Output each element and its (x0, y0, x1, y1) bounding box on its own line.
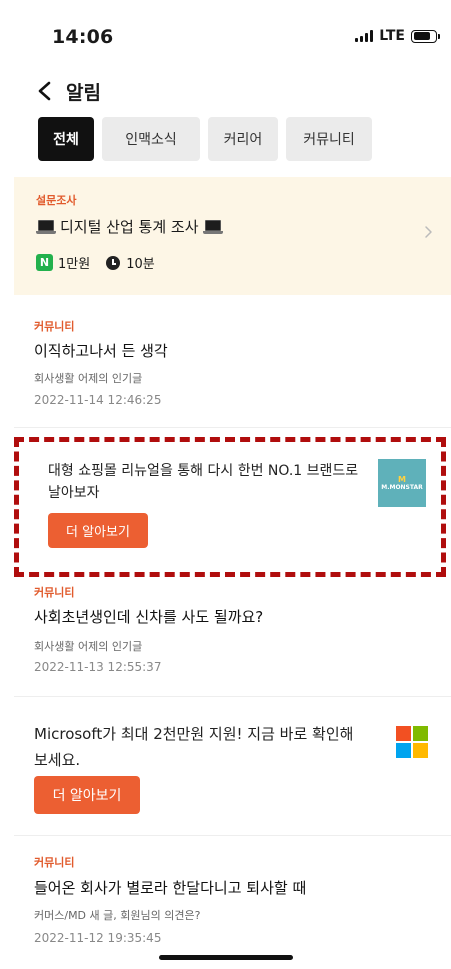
battery-icon (411, 29, 440, 43)
laptop-icon (36, 219, 56, 235)
filter-tabs: 전체 인맥소식 커리어 커뮤니티 (38, 117, 372, 161)
ad-text-line: 보세요. (34, 751, 81, 769)
survey-meta: N 1만원 10분 (36, 253, 155, 272)
item-title: 이직하고나서 든 생각 (34, 342, 168, 360)
list-item[interactable]: 커뮤니티 들어온 회사가 별로라 한달다니고 퇴사할 때 커머스/MD 새 글,… (14, 845, 451, 955)
ad-text-line: Microsoft가 최대 2천만원 지원! 지금 바로 확인해 (34, 725, 354, 743)
ad-text: Microsoft가 최대 2천만원 지원! 지금 바로 확인해 보세요. (34, 721, 353, 773)
learn-more-button[interactable]: 더 알아보기 (48, 513, 148, 548)
chevron-left-icon[interactable] (36, 81, 54, 101)
item-category: 커뮤니티 (34, 320, 75, 333)
survey-category: 설문조사 (36, 194, 77, 207)
survey-card[interactable]: 설문조사 디지털 산업 통계 조사 N 1만원 10분 (14, 177, 451, 295)
brand-logo: M M.MONSTAR (378, 459, 426, 507)
item-date: 2022-11-14 12:46:25 (34, 393, 162, 407)
item-subtitle: 회사생활 어제의 인기글 (34, 372, 143, 385)
item-subtitle: 커머스/MD 새 글, 회원님의 의견은? (34, 909, 201, 922)
laptop-icon (202, 219, 223, 235)
home-indicator[interactable] (159, 955, 293, 960)
signal-icon (355, 30, 374, 42)
clock-icon (106, 255, 121, 270)
item-date: 2022-11-12 19:35:45 (34, 931, 162, 945)
chevron-right-icon (425, 226, 432, 238)
tab-all[interactable]: 전체 (38, 117, 94, 161)
item-category: 커뮤니티 (34, 856, 75, 869)
naver-pay-icon: N (36, 254, 53, 271)
divider (14, 696, 451, 697)
item-date: 2022-11-13 12:55:37 (34, 660, 162, 674)
item-title: 사회초년생인데 신차를 사도 될까요? (34, 608, 264, 626)
notifications-screen: 14:06 LTE 알림 전체 인맥소식 커리어 커뮤니티 설문조사 디지털 산… (0, 0, 451, 969)
ad-card[interactable]: 대형 쇼핑몰 리뉴얼을 통해 다시 한번 NO.1 브랜드로 날아보자 M M.… (14, 450, 451, 570)
page-header: 알림 (0, 72, 451, 112)
divider (14, 835, 451, 836)
ad-text-line: 대형 쇼핑몰 리뉴얼을 통해 다시 한번 NO.1 브랜드로 (48, 463, 359, 479)
ad-text: 대형 쇼핑몰 리뉴얼을 통해 다시 한번 NO.1 브랜드로 날아보자 (48, 460, 358, 504)
item-subtitle: 회사생활 어제의 인기글 (34, 640, 143, 653)
status-time: 14:06 (52, 26, 114, 48)
ad-text-line: 날아보자 (48, 485, 100, 501)
network-label: LTE (379, 28, 405, 44)
item-category: 커뮤니티 (34, 586, 75, 599)
tab-career[interactable]: 커리어 (208, 117, 278, 161)
microsoft-logo-icon (396, 726, 428, 758)
survey-title-row: 디지털 산업 통계 조사 (36, 216, 223, 237)
divider (14, 427, 451, 428)
learn-more-button[interactable]: 더 알아보기 (34, 776, 140, 814)
status-indicators: LTE (355, 28, 440, 44)
ad-card[interactable]: Microsoft가 최대 2천만원 지원! 지금 바로 확인해 보세요. 더 … (14, 712, 451, 832)
page-title: 알림 (66, 82, 101, 104)
survey-duration: 10분 (126, 257, 155, 272)
survey-reward: 1만원 (58, 257, 91, 272)
list-item[interactable]: 커뮤니티 사회초년생인데 신차를 사도 될까요? 회사생활 어제의 인기글 20… (14, 580, 451, 690)
item-title: 들어온 회사가 별로라 한달다니고 퇴사할 때 (34, 879, 307, 897)
list-item[interactable]: 커뮤니티 이직하고나서 든 생각 회사생활 어제의 인기글 2022-11-14… (14, 312, 451, 424)
tab-network-news[interactable]: 인맥소식 (102, 117, 200, 161)
status-bar: 14:06 LTE (0, 0, 451, 70)
survey-title: 디지털 산업 통계 조사 (60, 218, 199, 236)
tab-community[interactable]: 커뮤니티 (286, 117, 372, 161)
